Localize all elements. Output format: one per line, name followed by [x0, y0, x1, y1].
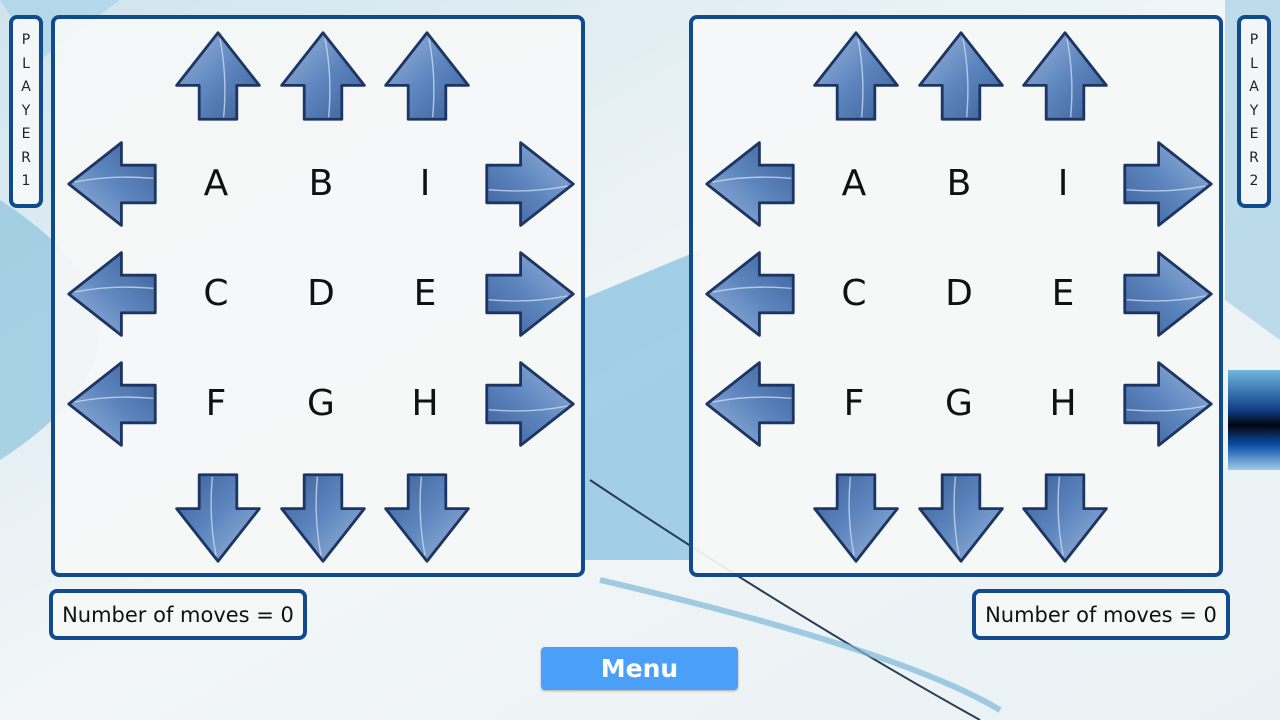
- arrow-up-icon[interactable]: [1018, 29, 1112, 123]
- player-1-tag: P L A Y E R 1: [9, 15, 43, 208]
- arrow-right-icon[interactable]: [1121, 357, 1215, 451]
- arrow-right-icon[interactable]: [483, 357, 577, 451]
- grid-cell: A: [203, 163, 229, 204]
- grid-cell: C: [203, 273, 229, 314]
- tag-letter: E: [21, 126, 31, 142]
- arrow-up-icon[interactable]: [380, 29, 474, 123]
- grid-cell: E: [413, 273, 437, 314]
- grid-cell: I: [419, 163, 431, 204]
- player-2-tag: P L A Y E R 2: [1237, 15, 1271, 208]
- tag-letter: 2: [1249, 173, 1259, 189]
- tag-letter: A: [21, 79, 31, 95]
- arrow-down-icon[interactable]: [1018, 471, 1112, 565]
- arrow-right-icon[interactable]: [1121, 247, 1215, 341]
- player-2-board: A B I C D E F G H: [689, 15, 1223, 577]
- tag-letter: A: [1249, 79, 1259, 95]
- tag-letter: P: [1249, 32, 1259, 48]
- arrow-up-icon[interactable]: [171, 29, 265, 123]
- arrow-down-icon[interactable]: [380, 471, 474, 565]
- tag-letter: Y: [21, 102, 31, 119]
- arrow-left-icon[interactable]: [65, 247, 159, 341]
- arrow-left-icon[interactable]: [703, 137, 797, 231]
- tag-letter: L: [1250, 55, 1258, 72]
- arrow-left-icon[interactable]: [703, 357, 797, 451]
- tag-letter: Y: [1249, 102, 1259, 119]
- player-1-board: A B I C D E F G H: [51, 15, 585, 577]
- tag-letter: R: [1249, 149, 1259, 166]
- arrow-down-icon[interactable]: [276, 471, 370, 565]
- arrow-left-icon[interactable]: [703, 247, 797, 341]
- arrow-down-icon[interactable]: [914, 471, 1008, 565]
- grid-cell: D: [307, 273, 335, 314]
- grid-cell: E: [1051, 273, 1075, 314]
- grid-cell: A: [841, 163, 867, 204]
- grid-cell: H: [1049, 383, 1077, 424]
- grid-cell: F: [205, 383, 227, 424]
- grid-cell: B: [308, 163, 334, 204]
- grid-cell: F: [843, 383, 865, 424]
- moves-label: Number of moves = 0: [62, 602, 294, 627]
- player-2-moves-counter: Number of moves = 0: [972, 589, 1230, 640]
- tag-letter: L: [22, 55, 30, 72]
- grid-cell: I: [1057, 163, 1069, 204]
- tag-letter: R: [21, 149, 31, 166]
- arrow-right-icon[interactable]: [483, 247, 577, 341]
- arrow-down-icon[interactable]: [171, 471, 265, 565]
- grid-cell: D: [945, 273, 973, 314]
- arrow-down-icon[interactable]: [809, 471, 903, 565]
- grid-cell: H: [411, 383, 439, 424]
- arrow-left-icon[interactable]: [65, 137, 159, 231]
- arrow-right-icon[interactable]: [483, 137, 577, 231]
- player-1-moves-counter: Number of moves = 0: [49, 589, 307, 640]
- arrow-up-icon[interactable]: [809, 29, 903, 123]
- grid-cell: B: [946, 163, 972, 204]
- tag-letter: E: [1249, 126, 1259, 142]
- moves-label: Number of moves = 0: [985, 602, 1217, 627]
- menu-button[interactable]: Menu: [541, 647, 738, 690]
- tag-letter: P: [21, 32, 31, 48]
- arrow-up-icon[interactable]: [276, 29, 370, 123]
- arrow-up-icon[interactable]: [914, 29, 1008, 123]
- grid-cell: G: [945, 383, 973, 424]
- grid-cell: C: [841, 273, 867, 314]
- grid-cell: G: [307, 383, 335, 424]
- arrow-left-icon[interactable]: [65, 357, 159, 451]
- arrow-right-icon[interactable]: [1121, 137, 1215, 231]
- tag-letter: 1: [21, 173, 31, 189]
